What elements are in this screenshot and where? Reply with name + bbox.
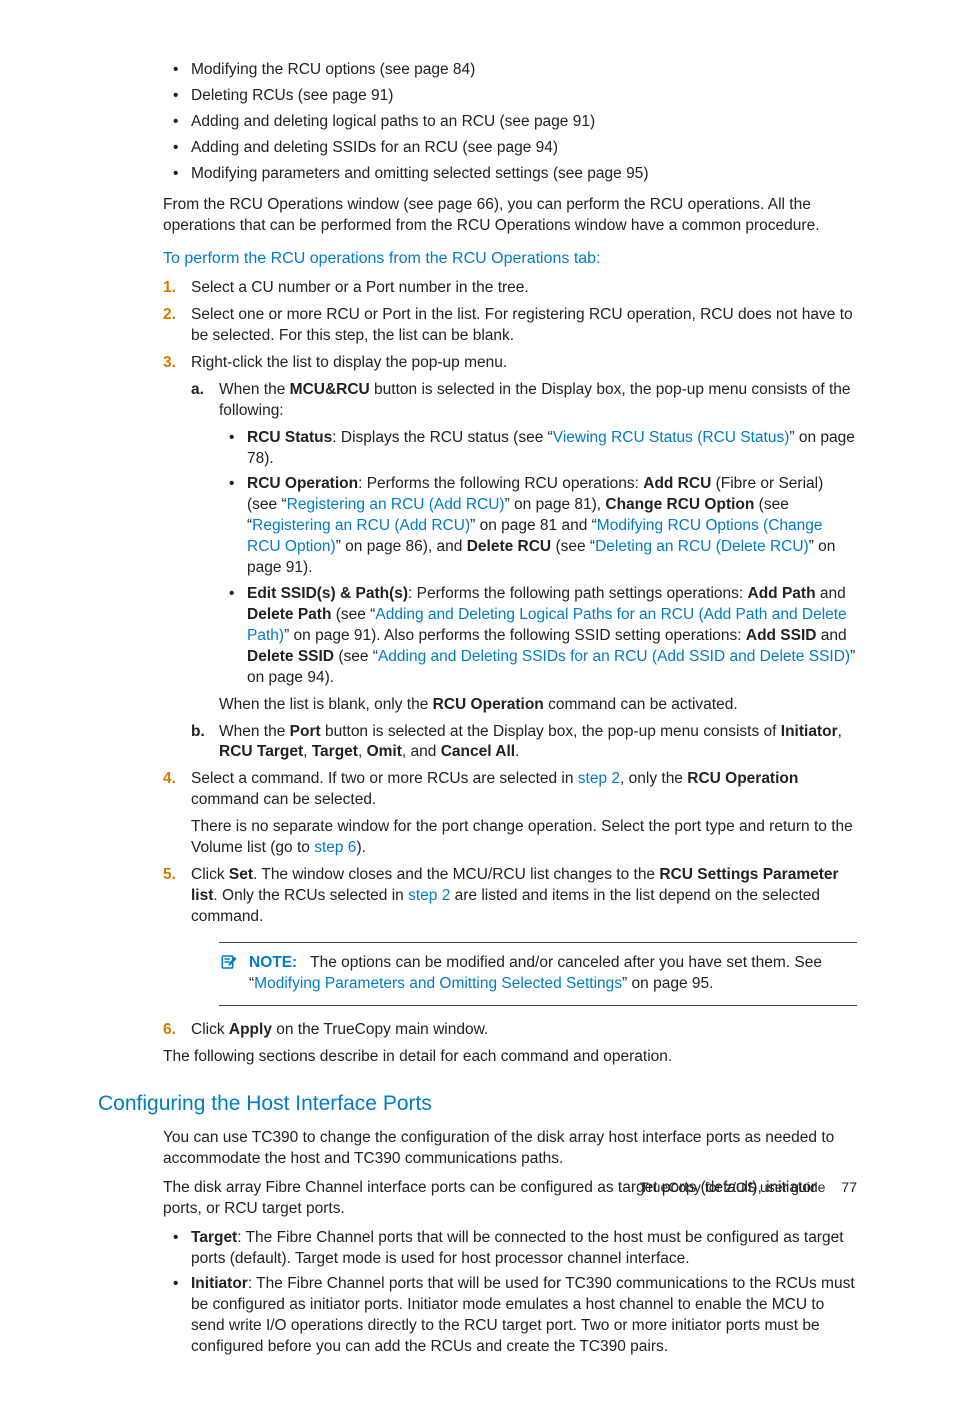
list-item: Deleting RCUs (see page 91)	[163, 86, 857, 107]
link-registering-rcu-2[interactable]: Registering an RCU (Add RCU)	[252, 517, 470, 534]
step-6: Click Apply on the TrueCopy main window.	[163, 1020, 857, 1041]
list-item: Modifying the RCU options (see page 84)	[163, 60, 857, 81]
note-icon	[219, 953, 239, 976]
top-bullet-list: Modifying the RCU options (see page 84) …	[163, 60, 857, 185]
footer-title: TrueCopy for z/OS user guide	[640, 1179, 825, 1195]
step-4: Select a command. If two or more RCUs ar…	[163, 769, 857, 859]
initiator-item: Initiator: The Fibre Channel ports that …	[163, 1274, 857, 1358]
step-3: Right-click the list to display the pop-…	[163, 353, 857, 764]
note-label: NOTE:	[249, 954, 297, 971]
procedure-title: To perform the RCU operations from the R…	[163, 248, 857, 270]
link-step-2-a[interactable]: step 2	[578, 770, 620, 787]
step-3a: When the MCU&RCU button is selected in t…	[191, 380, 857, 716]
link-deleting-rcu[interactable]: Deleting an RCU (Delete RCU)	[595, 538, 809, 555]
rcu-operation-item: RCU Operation: Performs the following RC…	[219, 474, 857, 579]
step-3b: When the Port button is selected at the …	[191, 722, 857, 764]
page-number: 77	[841, 1179, 857, 1195]
page-footer: TrueCopy for z/OS user guide 77	[640, 1178, 857, 1197]
port-types-list: Target: The Fibre Channel ports that wil…	[163, 1228, 857, 1359]
edit-ssid-paths-item: Edit SSID(s) & Path(s): Performs the fol…	[219, 584, 857, 689]
intro-paragraph: From the RCU Operations window (see page…	[163, 195, 857, 237]
step-1: Select a CU number or a Port number in t…	[163, 278, 857, 299]
rcu-status-item: RCU Status: Displays the RCU status (see…	[219, 428, 857, 470]
target-item: Target: The Fibre Channel ports that wil…	[163, 1228, 857, 1270]
step-2: Select one or more RCU or Port in the li…	[163, 305, 857, 347]
following-paragraph: The following sections describe in detai…	[163, 1047, 857, 1068]
link-registering-rcu-1[interactable]: Registering an RCU (Add RCU)	[287, 496, 505, 513]
blank-list-note: When the list is blank, only the RCU Ope…	[219, 695, 857, 716]
link-add-delete-ssids[interactable]: Adding and Deleting SSIDs for an RCU (Ad…	[378, 648, 850, 665]
list-item: Adding and deleting logical paths to an …	[163, 112, 857, 133]
step-3-intro: Right-click the list to display the pop-…	[191, 354, 507, 371]
link-step-6[interactable]: step 6	[314, 839, 356, 856]
link-step-2-b[interactable]: step 2	[408, 887, 450, 904]
list-item: Modifying parameters and omitting select…	[163, 164, 857, 185]
note-block: NOTE: The options can be modified and/or…	[219, 942, 857, 1006]
section-heading-configuring-ports: Configuring the Host Interface Ports	[98, 1090, 857, 1118]
procedure-steps: Select a CU number or a Port number in t…	[163, 278, 857, 1041]
link-modifying-parameters[interactable]: Modifying Parameters and Omitting Select…	[254, 975, 622, 992]
list-item: Adding and deleting SSIDs for an RCU (se…	[163, 138, 857, 159]
link-viewing-rcu-status[interactable]: Viewing RCU Status (RCU Status)	[553, 429, 790, 446]
step-5: Click Set. The window closes and the MCU…	[163, 865, 857, 1006]
section-paragraph-1: You can use TC390 to change the configur…	[163, 1128, 857, 1170]
